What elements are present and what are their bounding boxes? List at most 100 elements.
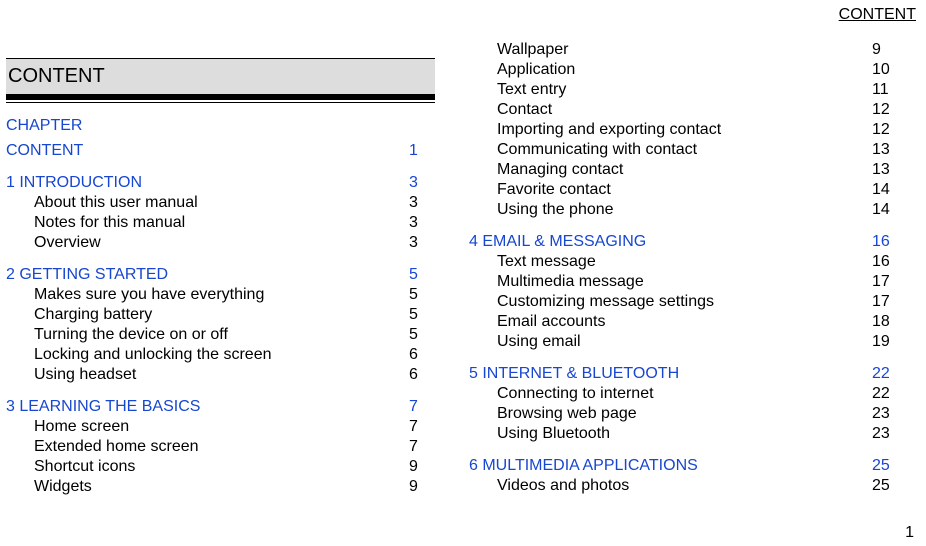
toc-entry[interactable]: Customizing message settings17 [497,292,898,312]
toc-chapter-page: 7 [409,397,435,417]
toc-entry-name: Contact [497,100,872,120]
left-column: CONTENT CHAPTER CONTENT 1 1 INTRODUCTION… [6,40,465,521]
toc-entry[interactable]: Extended home screen7 [34,437,435,457]
toc-entry[interactable]: About this user manual3 [34,193,435,213]
toc-entry-name: Using the phone [497,200,872,220]
toc-entry[interactable]: Importing and exporting contact12 [497,120,898,140]
toc-entry-page: 18 [872,312,898,332]
toc-entry-name: Email accounts [497,312,872,332]
toc-entry-page: 7 [409,417,435,437]
toc-entry-page: 3 [409,233,435,253]
toc-entry[interactable]: Application10 [497,60,898,80]
toc-chapter-page: 5 [409,265,435,285]
toc-chapter-page: 1 [409,141,435,161]
toc-entry-name: Text message [497,252,872,272]
toc-entry[interactable]: Connecting to internet22 [497,384,898,404]
toc-entry-name: Multimedia message [497,272,872,292]
toc-entry-page: 17 [872,272,898,292]
toc-entry-page: 17 [872,292,898,312]
toc-entry-page: 7 [409,437,435,457]
toc-entry[interactable]: Browsing web page23 [497,404,898,424]
toc-entry-page: 9 [872,40,898,60]
toc-chapter[interactable]: 5 INTERNET & BLUETOOTH22 [469,364,898,384]
toc-entry-name: Browsing web page [497,404,872,424]
toc-entry-page: 3 [409,193,435,213]
toc-entry-page: 16 [872,252,898,272]
toc-entry-page: 13 [872,160,898,180]
toc-entry[interactable]: Communicating with contact13 [497,140,898,160]
right-continuation-subs: Wallpaper9Application10Text entry11Conta… [497,40,898,220]
toc-entry[interactable]: Using email19 [497,332,898,352]
toc-subsection-group: Connecting to internet22Browsing web pag… [497,384,898,444]
running-header: CONTENT [839,6,916,24]
toc-subsection-group: Text message16Multimedia message17Custom… [497,252,898,352]
toc-chapter[interactable]: 4 EMAIL & MESSAGING16 [469,232,898,252]
toc-entry-name: Text entry [497,80,872,100]
toc-entry[interactable]: Charging battery5 [34,305,435,325]
toc-chapter-content[interactable]: CONTENT 1 [6,141,435,161]
toc-entry-page: 14 [872,180,898,200]
toc-entry[interactable]: Email accounts18 [497,312,898,332]
columns: CONTENT CHAPTER CONTENT 1 1 INTRODUCTION… [6,40,916,521]
toc-entry-page: 23 [872,424,898,444]
toc-entry-page: 23 [872,404,898,424]
toc-entry[interactable]: Videos and photos25 [497,476,898,496]
toc-entry-name: Connecting to internet [497,384,872,404]
toc-entry[interactable]: Text message16 [497,252,898,272]
toc-subsection-group: Home screen7Extended home screen7Shortcu… [34,417,435,497]
toc-entry[interactable]: Favorite contact14 [497,180,898,200]
toc-entry-page: 14 [872,200,898,220]
toc-entry[interactable]: Locking and unlocking the screen6 [34,345,435,365]
toc-entry-page: 22 [872,384,898,404]
toc-entry[interactable]: Using headset6 [34,365,435,385]
toc-entry[interactable]: Widgets9 [34,477,435,497]
toc-entry[interactable]: Managing contact13 [497,160,898,180]
toc-chapter-name: 3 LEARNING THE BASICS [6,397,409,417]
content-title-block: CONTENT [6,58,435,103]
toc-entry-name: Home screen [34,417,409,437]
toc-entry-name: About this user manual [34,193,409,213]
right-chapters: 4 EMAIL & MESSAGING16Text message16Multi… [469,232,898,496]
toc-entry-page: 3 [409,213,435,233]
toc-entry-name: Makes sure you have everything [34,285,409,305]
toc-entry-page: 19 [872,332,898,352]
toc-entry[interactable]: Turning the device on or off5 [34,325,435,345]
page: CONTENT 1 CONTENT CHAPTER CONTENT 1 1 IN… [0,0,926,546]
toc-entry-page: 6 [409,345,435,365]
toc-chapter[interactable]: 3 LEARNING THE BASICS7 [6,397,435,417]
toc-chapter[interactable]: 6 MULTIMEDIA APPLICATIONS25 [469,456,898,476]
page-number: 1 [905,524,914,542]
toc-entry-name: Using headset [34,365,409,385]
toc-chapter-page: 3 [409,173,435,193]
toc-entry-name: Locking and unlocking the screen [34,345,409,365]
toc-chapter-page: 25 [872,456,898,476]
toc-chapter[interactable]: 2 GETTING STARTED5 [6,265,435,285]
toc-entry-page: 6 [409,365,435,385]
toc-entry[interactable]: Wallpaper9 [497,40,898,60]
toc-entry[interactable]: Shortcut icons9 [34,457,435,477]
toc-entry[interactable]: Notes for this manual3 [34,213,435,233]
toc-entry[interactable]: Contact12 [497,100,898,120]
toc-entry-page: 10 [872,60,898,80]
toc-entry-name: Extended home screen [34,437,409,457]
toc-entry-page: 12 [872,120,898,140]
toc-entry-page: 12 [872,100,898,120]
toc-entry[interactable]: Makes sure you have everything5 [34,285,435,305]
toc-entry[interactable]: Overview3 [34,233,435,253]
title-thin-rule [6,102,435,103]
toc-subsection-group: About this user manual3Notes for this ma… [34,193,435,253]
toc-entry[interactable]: Multimedia message17 [497,272,898,292]
toc-entry[interactable]: Text entry11 [497,80,898,100]
toc-chapter-page: 22 [872,364,898,384]
toc-entry-name: Turning the device on or off [34,325,409,345]
toc-chapter[interactable]: 1 INTRODUCTION3 [6,173,435,193]
toc-entry[interactable]: Home screen7 [34,417,435,437]
toc-entry[interactable]: Using Bluetooth23 [497,424,898,444]
right-column: Wallpaper9Application10Text entry11Conta… [465,40,916,521]
toc-entry-page: 5 [409,305,435,325]
toc-entry[interactable]: Using the phone14 [497,200,898,220]
toc-chapter-name: 4 EMAIL & MESSAGING [469,232,872,252]
toc-subsection-group: Makes sure you have everything5Charging … [34,285,435,385]
toc-entry-name: Application [497,60,872,80]
toc-entry-name: Communicating with contact [497,140,872,160]
